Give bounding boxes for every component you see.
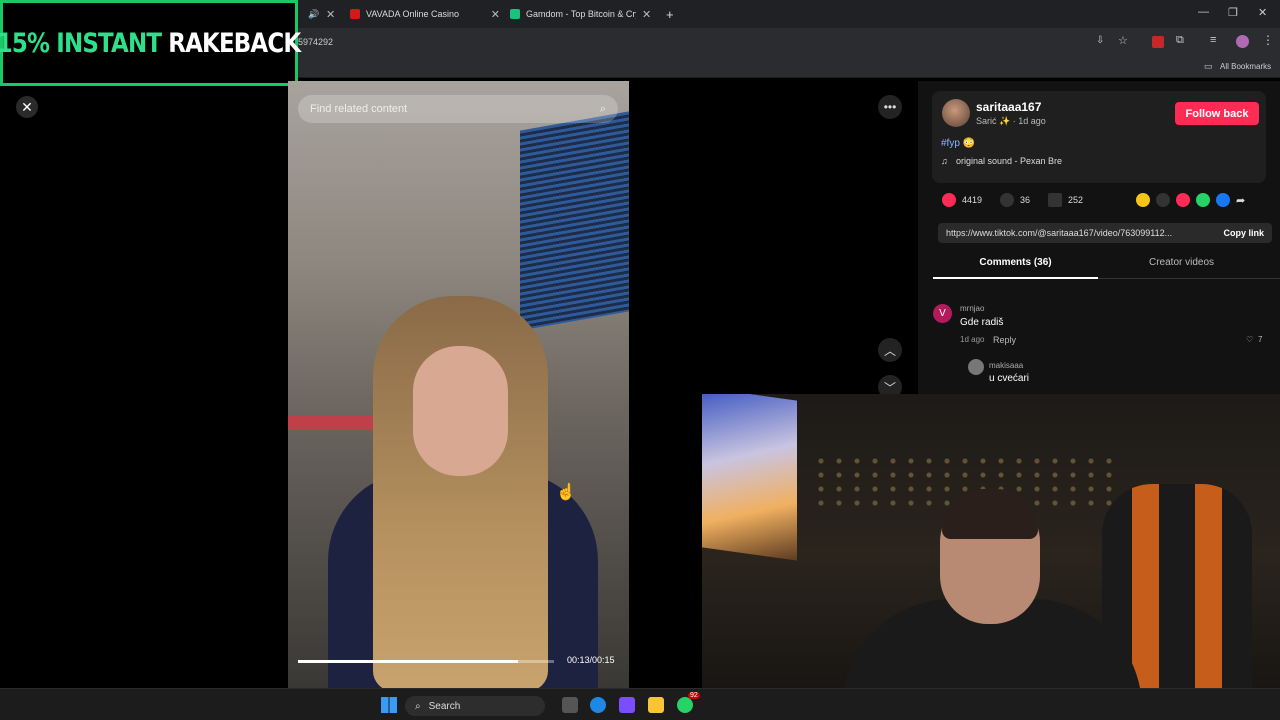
close-icon[interactable]: ✕ [642,8,651,21]
bookmark-icon[interactable] [1048,193,1062,207]
hashtag-link[interactable]: #fyp 😳 [941,138,975,149]
taskbar-search-label: Search [428,700,461,712]
video-progress-fill [298,660,519,663]
send-icon[interactable] [1176,193,1190,207]
star-icon[interactable]: ☆ [1118,34,1128,47]
tab-creator-videos[interactable]: Creator videos [1099,257,1264,268]
facebook-icon[interactable] [1216,193,1230,207]
taskbar-search[interactable]: ⌕ Search [405,696,545,716]
tab-comments[interactable]: Comments (36) [933,257,1098,268]
save-count: 252 [1068,195,1084,205]
more-options-icon[interactable]: ••• [878,95,902,119]
username[interactable]: saritaaa167 [976,100,1041,114]
avatar[interactable] [942,99,970,127]
streamer-webcam [702,394,1280,720]
reply-button[interactable]: Reply [993,335,1016,345]
file-explorer-icon[interactable] [648,697,664,713]
windows-taskbar: ⌕ Search 92 [0,688,1280,720]
rakeback-promo-banner: 15% INSTANT RAKEBACK [0,0,302,86]
video-url[interactable]: https://www.tiktok.com/@saritaaa167/vide… [946,228,1172,238]
like-stat[interactable]: 4419 [942,193,982,207]
comment-text: Gde radiš [960,317,1004,328]
edge-icon[interactable] [590,697,606,713]
copy-link-button[interactable]: Copy link [1223,228,1264,238]
comment-text: u cvećari [989,373,1030,384]
tab-vavada[interactable]: VAVADA Online Casino ✕ [350,4,500,24]
share-row: ➦ [1136,193,1245,207]
url-text[interactable]: 5974292 [298,37,333,47]
tab-label: VAVADA Online Casino [366,9,460,19]
sound-name[interactable]: original sound - Pexan Bre [956,156,1062,166]
promo-text-white: RAKEBACK [168,27,302,59]
windows-start-icon[interactable] [381,697,397,713]
new-tab-icon[interactable]: + [666,4,674,24]
video-time: 00:13/00:15 [567,655,615,665]
gamdom-favicon-icon [510,9,520,19]
comment-like-heart-icon[interactable]: ♡ [1246,335,1253,344]
comment-count: 36 [1020,195,1031,205]
app-icon[interactable] [619,697,635,713]
share-arrow-icon[interactable]: ➦ [1236,194,1245,207]
comment-like-count: 7 [1258,335,1263,344]
find-related-search[interactable]: Find related content ⌕ [298,95,618,123]
comment-stat[interactable]: 36 [1000,193,1030,207]
comment-user[interactable]: mrnjao [960,304,984,313]
follow-back-button[interactable]: Follow back [1175,102,1259,125]
embed-icon[interactable] [1156,193,1170,207]
save-stat[interactable]: 252 [1048,193,1083,207]
avatar[interactable] [968,359,984,375]
folder-icon: ▭ [1204,61,1213,71]
video-progress-bar[interactable] [298,660,554,663]
minimize-icon[interactable]: — [1198,6,1209,18]
active-tab-indicator [933,277,1098,279]
emoji-icon[interactable] [1136,193,1150,207]
tab-label: Gamdom - Top Bitcoin & Crypto [526,9,636,19]
search-icon[interactable]: ⌕ [600,103,606,116]
extension-icon[interactable] [1152,36,1164,48]
promo-text-green: 15% INSTANT [0,27,162,59]
close-viewer-button[interactable]: ✕ [16,96,38,118]
close-icon[interactable]: ✕ [491,8,500,21]
music-note-icon: ♫ [941,156,948,166]
whatsapp-icon[interactable] [677,697,693,713]
menu-icon[interactable]: ⋮ [1262,33,1274,47]
mouse-cursor-icon: ☝ [556,484,576,501]
background-object [288,416,378,430]
all-bookmarks-link[interactable]: All Bookmarks [1220,62,1271,71]
search-icon: ⌕ [415,700,421,712]
tab-audio-icon: 🔊 [308,8,320,19]
tab-close-icon[interactable]: ✕ [326,4,335,24]
comment-time: 1d ago [960,335,985,344]
video-player[interactable]: Find related content ⌕ 00:13/00:15 [288,81,629,688]
install-icon[interactable]: ⇩ [1096,35,1104,46]
person-face [413,346,508,476]
queue-icon[interactable]: ≡ [1210,34,1216,46]
puzzle-icon[interactable]: ⧉ [1176,34,1184,47]
comment-icon[interactable] [1000,193,1014,207]
post-detail-panel: saritaaa167 Sarić ✨ · 1d ago Follow back… [918,81,1280,394]
window-close-icon[interactable]: ✕ [1258,6,1267,19]
heart-icon[interactable] [942,193,956,207]
task-view-icon[interactable] [562,697,578,713]
creator-info-card: saritaaa167 Sarić ✨ · 1d ago Follow back… [932,91,1266,183]
panel-tabs: Comments (36) Creator videos [933,253,1280,279]
profile-avatar[interactable] [1236,35,1249,48]
vavada-favicon-icon [350,9,360,19]
comment-user[interactable]: makisaaa [989,361,1023,370]
like-count: 4419 [962,195,983,205]
whatsapp-icon[interactable] [1196,193,1210,207]
search-placeholder: Find related content [310,103,408,115]
creator-subline: Sarić ✨ · 1d ago [976,116,1046,126]
whatsapp-badge: 92 [688,692,700,699]
restore-icon[interactable]: ❐ [1228,6,1238,19]
video-link-box: https://www.tiktok.com/@saritaaa167/vide… [938,223,1272,243]
fireplace-tv [702,394,797,561]
background-monitor [520,111,629,331]
chevron-up-icon[interactable]: ︿ [878,338,902,362]
tab-gamdom[interactable]: Gamdom - Top Bitcoin & Crypto ✕ [510,4,660,24]
avatar[interactable]: V [933,304,952,323]
